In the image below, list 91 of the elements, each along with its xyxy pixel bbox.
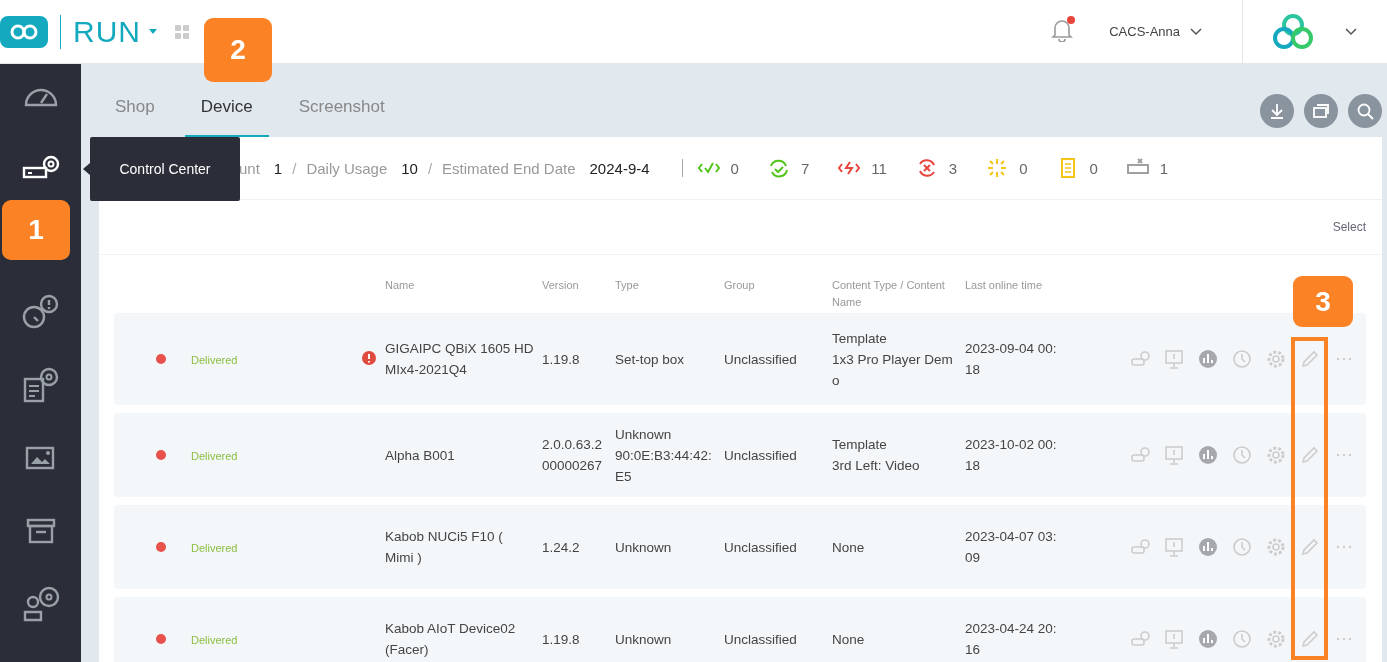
chevron-down-icon[interactable] bbox=[1190, 27, 1202, 36]
table-cell-text: Unclassified bbox=[724, 538, 798, 557]
callout-badge: 3 bbox=[1293, 276, 1353, 327]
table-cell-text: 1.24.2 bbox=[542, 538, 581, 557]
user-name[interactable]: CACS-Anna bbox=[1109, 24, 1180, 39]
status-count: 11 bbox=[871, 159, 887, 177]
clock-icon[interactable] bbox=[1232, 349, 1252, 369]
search-icon bbox=[1356, 101, 1374, 120]
download-icon bbox=[1268, 101, 1286, 120]
table-cell-text: 1x3 Pro Player Demo bbox=[832, 350, 954, 390]
status-text: Delivered bbox=[191, 449, 238, 462]
column-header: Name bbox=[385, 278, 416, 293]
clock-icon[interactable] bbox=[1232, 629, 1252, 649]
grid-icon[interactable] bbox=[175, 24, 189, 39]
edit-icon[interactable] bbox=[1300, 629, 1320, 649]
chart-icon[interactable] bbox=[1198, 445, 1218, 465]
table-cell-text: 2.0.0.63.200000267 bbox=[542, 436, 604, 475]
table-cell-text: Unknown bbox=[615, 538, 673, 557]
table-cell-text: 3rd Left: Video bbox=[832, 457, 921, 475]
clock-icon[interactable] bbox=[1232, 537, 1252, 557]
settings-icon[interactable] bbox=[1266, 349, 1286, 369]
edit-icon[interactable] bbox=[1300, 349, 1320, 369]
tooltip: Control Center bbox=[90, 137, 240, 201]
edit-icon[interactable] bbox=[1300, 445, 1320, 465]
table-cell-text: Unknown bbox=[615, 425, 673, 444]
summary-value: 10 bbox=[401, 159, 418, 177]
status-count: 0 bbox=[730, 159, 739, 177]
status-text: Delivered bbox=[191, 353, 238, 366]
settings-icon[interactable] bbox=[1266, 445, 1286, 465]
table-cell-text: 2023-10-02 00:18 bbox=[965, 436, 1058, 475]
column-header: Type bbox=[615, 278, 640, 293]
table-cell-text: None bbox=[832, 630, 866, 649]
download-button[interactable] bbox=[1260, 93, 1294, 128]
windows-button[interactable] bbox=[1304, 93, 1338, 128]
table-cell-text: Unclassified bbox=[724, 630, 798, 649]
status-count: 7 bbox=[800, 159, 810, 177]
table-cell-text: 2023-04-07 03:09 bbox=[965, 528, 1058, 567]
summary-value: 1 bbox=[273, 159, 283, 177]
slash-separator: / bbox=[292, 159, 297, 177]
status-count: 0 bbox=[1089, 159, 1098, 177]
table-cell-text: Kabob NUCi5 F10 ( Mimi ) bbox=[385, 528, 504, 567]
table-cell-text: 90:0E:B3:44:42:E5 bbox=[615, 446, 713, 486]
summary-label: Daily Usage bbox=[306, 159, 388, 177]
callout-badge: 2 bbox=[204, 18, 272, 82]
tooltip-arrow-icon bbox=[83, 163, 90, 175]
table-cell-text: GIGAIPC QBiX 1605 HD MIx4-2021Q4 bbox=[385, 340, 535, 379]
chart-icon[interactable] bbox=[1198, 537, 1218, 557]
monitor-icon[interactable] bbox=[1164, 349, 1184, 369]
summary-label: Estimated End Date bbox=[442, 159, 576, 177]
monitor-icon[interactable] bbox=[1164, 445, 1184, 465]
table-cell-text: Template bbox=[832, 436, 888, 454]
table-cell-text: Alpha B001 bbox=[385, 446, 456, 465]
caret-icon[interactable] bbox=[149, 29, 157, 34]
summary-label: unt bbox=[239, 159, 260, 177]
table-cell-text: Kabob AIoT Device02 (Facer) bbox=[385, 620, 517, 659]
windows-icon bbox=[1312, 101, 1330, 120]
logo-icon[interactable] bbox=[0, 15, 48, 48]
column-header: Group bbox=[724, 278, 756, 293]
status-text: Delivered bbox=[191, 633, 238, 646]
table-cell-text: 2023-04-24 20:16 bbox=[965, 620, 1058, 659]
table-cell-text: Unclassified bbox=[724, 446, 798, 465]
status-count: 3 bbox=[948, 159, 958, 177]
edit-icon[interactable] bbox=[1300, 537, 1320, 557]
search-button[interactable] bbox=[1348, 93, 1382, 128]
status-count: 0 bbox=[1019, 159, 1028, 177]
column-header: Version bbox=[542, 278, 580, 293]
clock-icon[interactable] bbox=[1232, 445, 1252, 465]
settings-icon[interactable] bbox=[1266, 537, 1286, 557]
table-cell-text: None bbox=[832, 538, 866, 557]
callout-badge: 1 bbox=[2, 200, 70, 260]
table-cell-text: 1.19.8 bbox=[542, 630, 581, 649]
status-count: 1 bbox=[1159, 159, 1169, 177]
chart-icon[interactable] bbox=[1198, 629, 1218, 649]
select-link[interactable]: Select bbox=[1332, 220, 1366, 234]
monitor-icon[interactable] bbox=[1164, 629, 1184, 649]
column-header: Last online time bbox=[965, 278, 1044, 293]
table-cell-text: 2023-09-04 00:18 bbox=[965, 340, 1058, 379]
summary-value: 2024-9-4 bbox=[589, 159, 650, 177]
settings-icon[interactable] bbox=[1266, 629, 1286, 649]
slash-separator: / bbox=[427, 159, 433, 177]
table-cell-text: 1.19.8 bbox=[542, 350, 581, 369]
table-cell-text: Set-top box bbox=[615, 350, 686, 369]
chart-icon[interactable] bbox=[1198, 349, 1218, 369]
table-cell-text: Template bbox=[832, 329, 888, 348]
status-text: Delivered bbox=[191, 541, 238, 554]
monitor-icon[interactable] bbox=[1164, 537, 1184, 557]
chevron-down-icon[interactable] bbox=[1345, 27, 1357, 36]
column-header: Content Type / Content Name bbox=[832, 278, 946, 310]
table-cell-text: Unclassified bbox=[724, 350, 798, 369]
rings-logo-icon[interactable] bbox=[1271, 11, 1315, 52]
table-cell-text: Unknown bbox=[615, 630, 673, 649]
